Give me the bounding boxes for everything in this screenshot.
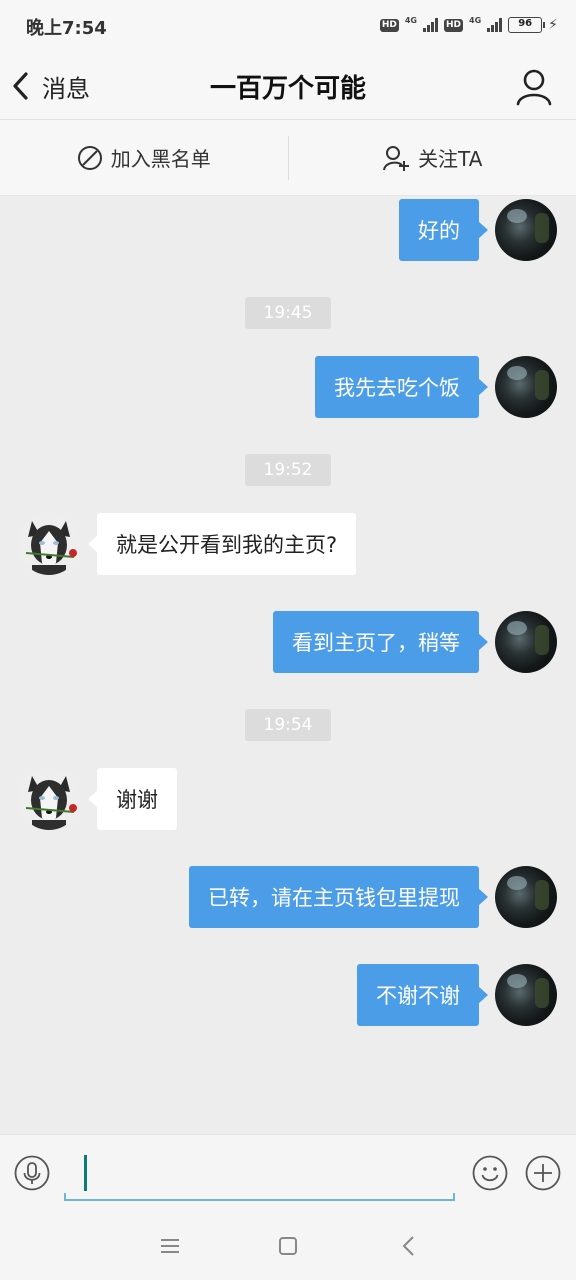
hd-badge-2: HD	[444, 18, 464, 32]
status-bar: 晚上7:54 HD 4G HD 4G 96 ⚡	[0, 0, 576, 52]
contact-avatar[interactable]	[18, 513, 80, 575]
add-user-icon	[383, 145, 410, 171]
network-type-2: 4G	[469, 16, 482, 25]
my-avatar[interactable]	[495, 964, 557, 1026]
husky-avatar-image	[18, 768, 80, 830]
message-bubble-received[interactable]: 谢谢	[88, 768, 177, 830]
more-button[interactable]	[525, 1155, 561, 1191]
battery-icon: 96	[508, 17, 546, 33]
system-nav-bar	[0, 1212, 576, 1280]
blacklist-label: 加入黑名单	[110, 147, 211, 171]
my-avatar[interactable]	[495, 199, 557, 261]
action-bar: 加入黑名单 关注TA	[0, 120, 576, 196]
user-icon	[516, 69, 552, 106]
husky-avatar-image	[18, 513, 80, 575]
message-bubble-sent[interactable]: 已转，请在主页钱包里提现	[189, 866, 488, 928]
timestamp: 19:45	[245, 297, 331, 329]
follow-label: 关注TA	[418, 147, 483, 171]
blacklist-button[interactable]: 加入黑名单	[0, 120, 288, 195]
input-bar	[0, 1134, 576, 1212]
emoji-button[interactable]	[472, 1155, 508, 1191]
page-title: 一百万个可能	[209, 74, 366, 104]
timestamp: 19:52	[245, 454, 331, 486]
chat-header: 消息 一百万个可能	[0, 52, 576, 120]
profile-button[interactable]	[514, 66, 554, 106]
follow-button[interactable]: 关注TA	[289, 120, 576, 195]
my-avatar[interactable]	[495, 356, 557, 418]
menu-button[interactable]	[156, 1232, 184, 1260]
block-icon	[77, 145, 102, 170]
message-bubble-sent[interactable]: 我先去吃个饭	[315, 356, 488, 418]
mic-icon	[14, 1155, 50, 1191]
chat-area[interactable]: 好的 19:45 我先去吃个饭 19:52 就是公开看到我的主页? 看到主页了，…	[0, 196, 576, 1134]
message-bubble-sent[interactable]: 不谢不谢	[357, 964, 488, 1026]
nav-back-button[interactable]	[395, 1232, 423, 1260]
home-button[interactable]	[274, 1232, 302, 1260]
voice-button[interactable]	[14, 1155, 50, 1191]
plus-icon	[525, 1155, 561, 1191]
contact-avatar[interactable]	[18, 768, 80, 830]
message-input[interactable]	[64, 1147, 455, 1201]
timestamp: 19:54	[245, 709, 331, 741]
message-bubble-sent[interactable]: 好的	[399, 199, 488, 261]
message-bubble-received[interactable]: 就是公开看到我的主页?	[87, 513, 357, 575]
status-icons: HD 4G HD 4G 96 ⚡	[379, 14, 558, 36]
network-type: 4G	[404, 16, 417, 25]
hd-badge: HD	[379, 18, 399, 32]
emoji-icon	[472, 1155, 508, 1191]
signal-icon-2	[487, 18, 503, 32]
my-avatar[interactable]	[495, 611, 557, 673]
home-icon	[279, 1237, 297, 1255]
status-time: 晚上7:54	[26, 18, 107, 39]
my-avatar[interactable]	[495, 866, 557, 928]
menu-icon	[161, 1239, 179, 1253]
charging-icon: ⚡	[548, 17, 558, 33]
signal-icon	[423, 18, 438, 32]
text-caret	[84, 1155, 87, 1191]
back-icon	[402, 1236, 414, 1256]
battery-level: 96	[518, 18, 533, 29]
message-bubble-sent[interactable]: 看到主页了，稍等	[273, 611, 488, 673]
